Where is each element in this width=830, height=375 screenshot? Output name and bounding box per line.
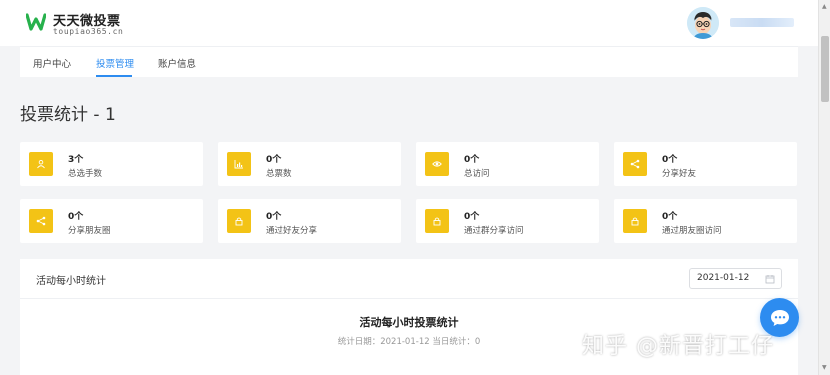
lock-icon [425, 209, 449, 233]
date-picker[interactable]: 2021-01-12 [689, 268, 782, 289]
top-header: 天天微投票 toupiao365.cn [0, 0, 818, 46]
eye-icon [425, 152, 449, 176]
stat-label: 总选手数 [68, 169, 103, 179]
stat-card-via-group-share: 0个 通过群分享访问 [416, 199, 599, 243]
bar-chart-icon [227, 152, 251, 176]
stat-value: 0个 [464, 212, 480, 222]
lock-icon [623, 209, 647, 233]
user-icon [29, 152, 53, 176]
stat-card-share-moments: 0个 分享朋友圈 [20, 199, 203, 243]
stat-value: 0个 [266, 155, 282, 165]
stat-value: 0个 [68, 212, 84, 222]
stat-label: 总访问 [464, 169, 490, 179]
date-picker-value[interactable]: 2021-01-12 [697, 273, 749, 283]
stat-card-total-contestants: 3个 总选手数 [20, 142, 203, 186]
nav-item-account-info[interactable]: 账户信息 [158, 56, 196, 70]
cartoon-boy-avatar-icon [687, 7, 719, 39]
brand-subtitle: toupiao365.cn [53, 27, 124, 36]
stat-value: 3个 [68, 155, 84, 165]
stat-label: 通过群分享访问 [464, 226, 524, 236]
panel-title: 活动每小时统计 [36, 276, 106, 287]
watermark-text: 知乎 @新晋打工仔 [582, 334, 774, 359]
stat-label: 通过朋友圈访问 [662, 226, 722, 236]
stat-label: 分享朋友圈 [68, 226, 111, 236]
stat-value: 0个 [662, 155, 678, 165]
nav-item-vote-management[interactable]: 投票管理 [96, 56, 134, 70]
vertical-scrollbar[interactable]: ▲ ▼ [818, 0, 830, 375]
nav-active-indicator [96, 75, 132, 77]
avatar[interactable] [687, 7, 719, 39]
stat-card-share-friends: 0个 分享好友 [614, 142, 797, 186]
panel-header: 活动每小时统计 2021-01-12 [20, 259, 798, 299]
chat-bubble-icon [770, 309, 789, 326]
scrollbar-thumb[interactable] [821, 36, 829, 102]
scroll-up-arrow-icon[interactable]: ▲ [822, 3, 827, 10]
page-title: 投票统计 - 1 [20, 105, 116, 125]
share-icon [29, 209, 53, 233]
stat-value: 0个 [662, 212, 678, 222]
calendar-icon[interactable] [765, 274, 775, 284]
brand-logo-icon [26, 13, 46, 31]
stat-label: 通过好友分享 [266, 226, 318, 236]
username-blurred[interactable] [730, 18, 794, 27]
share-icon [623, 152, 647, 176]
stat-label: 总票数 [266, 169, 292, 179]
stat-card-total-visits: 0个 总访问 [416, 142, 599, 186]
main-nav: 用户中心 投票管理 账户信息 [20, 46, 798, 77]
lock-icon [227, 209, 251, 233]
scroll-down-arrow-icon[interactable]: ▼ [822, 364, 827, 371]
stat-card-total-votes: 0个 总票数 [218, 142, 401, 186]
stat-card-via-moments: 0个 通过朋友圈访问 [614, 199, 797, 243]
nav-item-user-center[interactable]: 用户中心 [33, 56, 71, 70]
stat-value: 0个 [266, 212, 282, 222]
stat-value: 0个 [464, 155, 480, 165]
stat-card-via-friend-share: 0个 通过好友分享 [218, 199, 401, 243]
stat-label: 分享好友 [662, 169, 697, 179]
